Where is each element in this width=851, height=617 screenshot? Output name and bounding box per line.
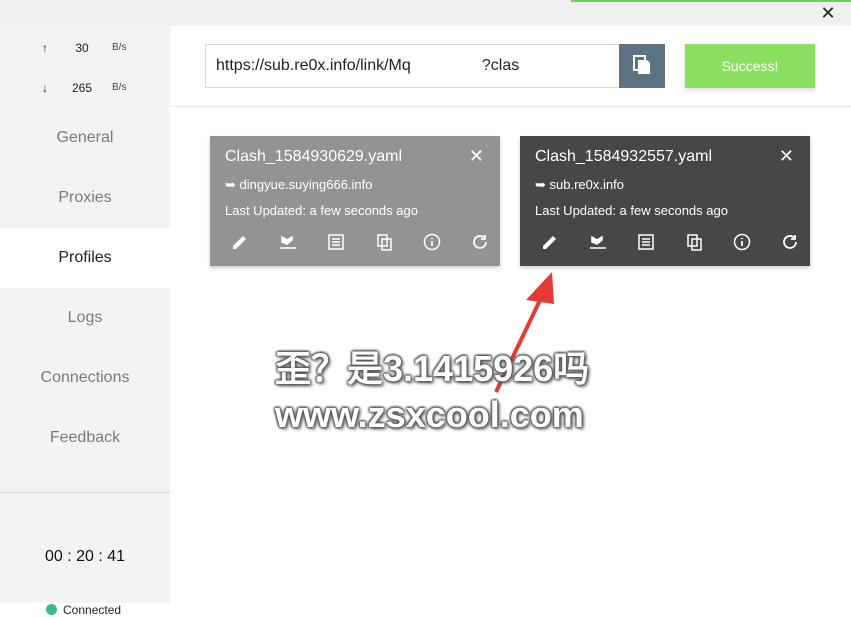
profile-url-field[interactable] — [205, 44, 620, 88]
copy-icon[interactable] — [374, 232, 394, 252]
watermark-line2: www.zsxcool.com — [275, 394, 584, 435]
sidebar-item-proxies[interactable]: Proxies — [0, 168, 170, 228]
refresh-icon[interactable] — [780, 232, 800, 252]
view-icon[interactable] — [326, 232, 346, 252]
download-speed-unit: B/s — [112, 82, 127, 93]
proxy-edit-icon[interactable] — [588, 232, 608, 252]
upload-speed: ↑ 30 B/s — [0, 28, 170, 68]
window-close-button[interactable]: ✕ — [819, 4, 837, 22]
upload-speed-unit: B/s — [112, 42, 127, 53]
refresh-icon[interactable] — [470, 232, 490, 252]
import-success-button[interactable]: Success! — [685, 44, 815, 88]
edit-icon[interactable] — [230, 232, 250, 252]
profile-actions — [536, 232, 798, 252]
sidebar-item-profiles[interactable]: Profiles — [0, 228, 170, 288]
status-label: Connected — [63, 603, 122, 617]
download-speed-value: 265 — [71, 81, 93, 95]
delete-profile-button[interactable]: ✕ — [469, 146, 484, 167]
profile-source-url: ➥ sub.re0x.info — [535, 177, 624, 192]
download-arrow-icon: ↓ — [42, 81, 48, 95]
edit-icon[interactable] — [540, 232, 560, 252]
info-icon[interactable] — [422, 232, 442, 252]
profile-card[interactable]: Clash_1584932557.yaml ✕ ➥ sub.re0x.info … — [520, 136, 810, 266]
header-divider — [170, 106, 851, 107]
sidebar-item-feedback[interactable]: Feedback — [0, 408, 170, 468]
title-bar: ✕ — [0, 0, 851, 26]
info-icon[interactable] — [732, 232, 752, 252]
sidebar: ↑ 30 B/s ↓ 265 B/s General Proxies Profi… — [0, 26, 170, 617]
proxy-edit-icon[interactable] — [278, 232, 298, 252]
paste-button[interactable] — [619, 44, 665, 88]
upload-speed-value: 30 — [75, 41, 89, 55]
download-speed: ↓ 265 B/s — [0, 68, 170, 108]
uptime-timer: 00 : 20 : 41 — [44, 548, 126, 565]
paste-icon — [633, 55, 650, 74]
status-dot-icon — [46, 604, 57, 615]
profile-actions — [226, 232, 488, 252]
delete-profile-button[interactable]: ✕ — [779, 146, 794, 167]
sidebar-item-connections[interactable]: Connections — [0, 348, 170, 408]
sidebar-item-logs[interactable]: Logs — [0, 288, 170, 348]
watermark-text: 歪？是3.1415926吗 www.zsxcool.com — [275, 346, 589, 438]
main-content: Success! Clash_1584930629.yaml ✕ ➥ dingy… — [170, 26, 851, 603]
profile-card[interactable]: Clash_1584930629.yaml ✕ ➥ dingyue.suying… — [210, 136, 500, 266]
sidebar-item-general[interactable]: General — [0, 108, 170, 168]
view-icon[interactable] — [636, 232, 656, 252]
copy-icon[interactable] — [684, 232, 704, 252]
profile-url-input[interactable] — [206, 45, 619, 87]
profile-title: Clash_1584930629.yaml — [225, 148, 403, 165]
profile-last-updated: Last Updated: a few seconds ago — [535, 203, 728, 218]
upload-arrow-icon: ↑ — [42, 41, 48, 55]
profile-last-updated: Last Updated: a few seconds ago — [225, 203, 418, 218]
watermark-line1: 歪？是3.1415926吗 — [275, 348, 590, 389]
profile-title: Clash_1584932557.yaml — [535, 148, 713, 165]
sidebar-divider — [0, 492, 170, 493]
profile-source-url: ➥ dingyue.suying666.info — [225, 177, 373, 192]
connection-status: Connected — [46, 603, 121, 617]
title-bar-accent — [571, 0, 851, 2]
